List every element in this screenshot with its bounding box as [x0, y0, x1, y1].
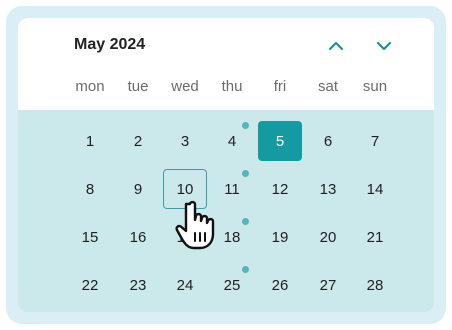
calendar-card: May 2024 mon tue wed thu fri sat sun 123456789… — [18, 18, 434, 312]
day-16[interactable]: 16 — [116, 217, 160, 257]
day-23[interactable]: 23 — [116, 265, 160, 305]
day-1[interactable]: 1 — [68, 121, 112, 161]
day-3[interactable]: 3 — [163, 121, 207, 161]
next-month-button[interactable] — [370, 34, 398, 58]
day-28[interactable]: 28 — [353, 265, 397, 305]
calendar-header: May 2024 mon tue wed thu fri sat sun — [18, 18, 434, 110]
event-dot — [242, 266, 249, 273]
weekday-label-wed: wed — [171, 78, 199, 95]
day-6[interactable]: 6 — [306, 121, 350, 161]
chevron-down-icon — [376, 41, 392, 51]
day-26[interactable]: 26 — [258, 265, 302, 305]
day-5[interactable]: 5 — [258, 121, 302, 161]
weekday-label-tue: tue — [127, 78, 149, 95]
weekday-label-fri: fri — [273, 78, 287, 95]
day-9[interactable]: 9 — [116, 169, 160, 209]
month-title: May 2024 — [74, 36, 146, 53]
day-22[interactable]: 22 — [68, 265, 112, 305]
day-7[interactable]: 7 — [353, 121, 397, 161]
day-21[interactable]: 21 — [353, 217, 397, 257]
event-dot — [242, 122, 249, 129]
day-24[interactable]: 24 — [163, 265, 207, 305]
calendar-widget-frame: May 2024 mon tue wed thu fri sat sun 123456789… — [6, 6, 446, 324]
hand-pointer-icon — [175, 200, 215, 250]
weekday-label-thu: thu — [221, 78, 243, 95]
chevron-up-icon — [328, 41, 344, 51]
day-13[interactable]: 13 — [306, 169, 350, 209]
previous-month-button[interactable] — [322, 34, 350, 58]
event-dot — [242, 170, 249, 177]
weekday-label-mon: mon — [75, 78, 105, 95]
day-8[interactable]: 8 — [68, 169, 112, 209]
day-19[interactable]: 19 — [258, 217, 302, 257]
event-dot — [242, 218, 249, 225]
day-15[interactable]: 15 — [68, 217, 112, 257]
day-2[interactable]: 2 — [116, 121, 160, 161]
day-20[interactable]: 20 — [306, 217, 350, 257]
day-14[interactable]: 14 — [353, 169, 397, 209]
weekday-label-sun: sun — [362, 78, 388, 95]
weekday-label-sat: sat — [317, 78, 338, 95]
day-12[interactable]: 12 — [258, 169, 302, 209]
day-27[interactable]: 27 — [306, 265, 350, 305]
